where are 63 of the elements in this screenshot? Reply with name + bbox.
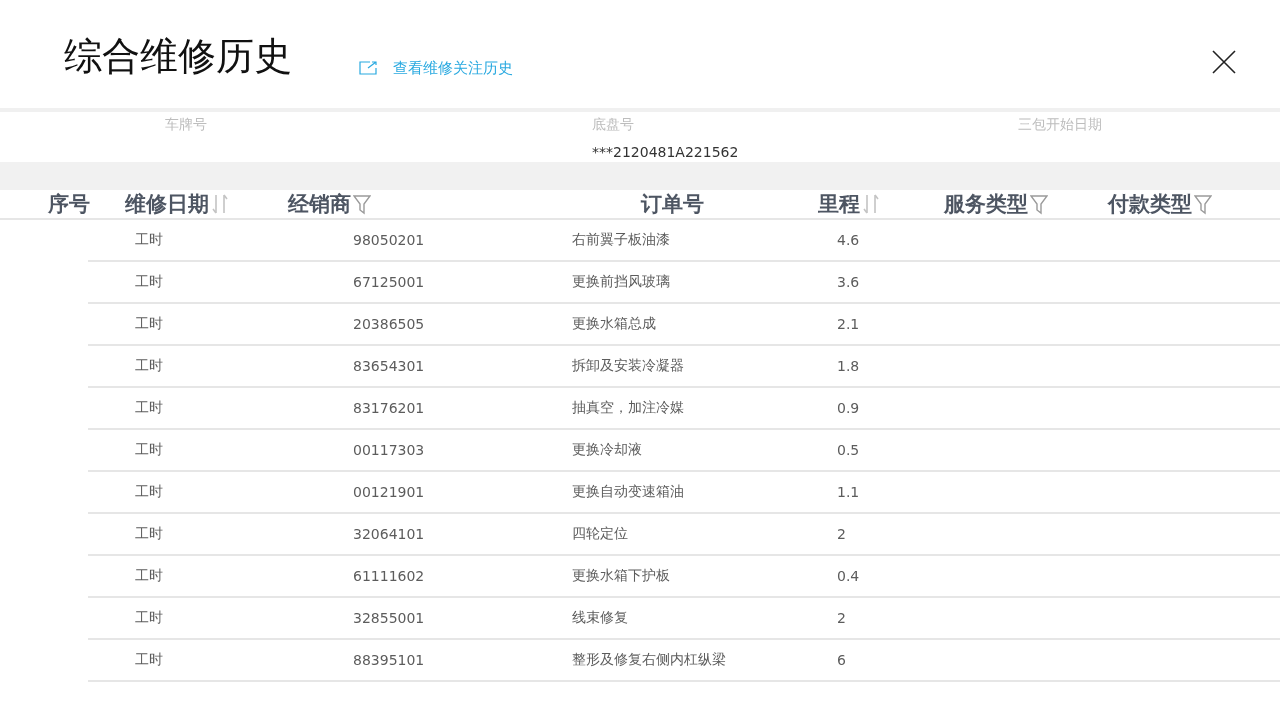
record-text: 工时 (135, 441, 164, 459)
record-text: 6 (837, 652, 846, 668)
record-text: 拆卸及安装冷凝器 (572, 357, 685, 375)
record-text: 更换水箱总成 (572, 315, 657, 333)
record-text: 工时 (135, 357, 164, 375)
close-icon (1212, 50, 1236, 74)
record-text: 32064101 (353, 526, 426, 542)
record-text: 98050201 (353, 232, 426, 248)
column-header: 订单号 (641, 191, 705, 218)
record-text: 工时 (135, 609, 164, 627)
record-text: 1.1 (837, 484, 860, 500)
field-label: 车牌号 (165, 115, 208, 134)
record-text: 右前翼子板油漆 (572, 231, 671, 249)
column-header[interactable]: 维修日期 (125, 190, 288, 218)
record-text: 工时 (135, 315, 164, 333)
record-text: 00117303 (353, 442, 426, 458)
record-text: 更换水箱下护板 (572, 567, 671, 585)
record-text: 32855001 (353, 610, 426, 626)
record-text: 0.5 (837, 442, 860, 458)
record-text: 1.8 (837, 358, 860, 374)
column-header[interactable]: 经销商 (288, 190, 641, 218)
record-text: 0.9 (837, 400, 860, 416)
external-link-icon (359, 61, 377, 75)
field-label: 底盘号 (592, 115, 635, 134)
filter-icon (1194, 193, 1212, 215)
sort-icon (862, 193, 880, 215)
sort-icon (211, 193, 229, 215)
record-text: 88395101 (353, 652, 426, 668)
record-text: 更换前挡风玻璃 (572, 273, 671, 291)
record-text: 67125001 (353, 274, 426, 290)
record-text: 61111602 (353, 568, 426, 584)
filter-icon (1030, 193, 1048, 215)
record-text: 2.1 (837, 316, 860, 332)
record-text: 抽真空，加注冷媒 (572, 399, 685, 417)
record-text: 2 (837, 526, 846, 542)
record-text: 工时 (135, 525, 164, 543)
record-text: 工时 (135, 483, 164, 501)
record-text: 2 (837, 610, 846, 626)
column-header[interactable]: 付款类型 (1108, 190, 1212, 218)
record-text: 整形及修复右侧内杠纵梁 (572, 651, 727, 669)
record-text: 工时 (135, 651, 164, 669)
record-text: 00121901 (353, 484, 426, 500)
record-text: 更换自动变速箱油 (572, 483, 685, 501)
record-text: 83176201 (353, 400, 426, 416)
record-text: 20386505 (353, 316, 426, 332)
record-text: 3.6 (837, 274, 860, 290)
record-text: 更换冷却液 (572, 441, 643, 459)
column-header: 序号 (48, 191, 91, 218)
close-button[interactable] (1212, 50, 1236, 74)
record-text: 工时 (135, 399, 164, 417)
record-text: 线束修复 (572, 609, 629, 627)
dialog-title: 综合维修历史 (64, 32, 293, 80)
record-text: 工时 (135, 273, 164, 291)
record-text: 4.6 (837, 232, 860, 248)
record-text: 四轮定位 (572, 525, 629, 543)
record-text: 工时 (135, 567, 164, 585)
filter-icon (353, 193, 371, 215)
column-header[interactable]: 服务类型 (944, 190, 1108, 218)
record-text: 0.4 (837, 568, 860, 584)
column-header[interactable]: 里程 (818, 190, 944, 218)
field-value: ***2120481A221562 (592, 143, 740, 160)
record-text: 工时 (135, 231, 164, 249)
record-text: 83654301 (353, 358, 426, 374)
